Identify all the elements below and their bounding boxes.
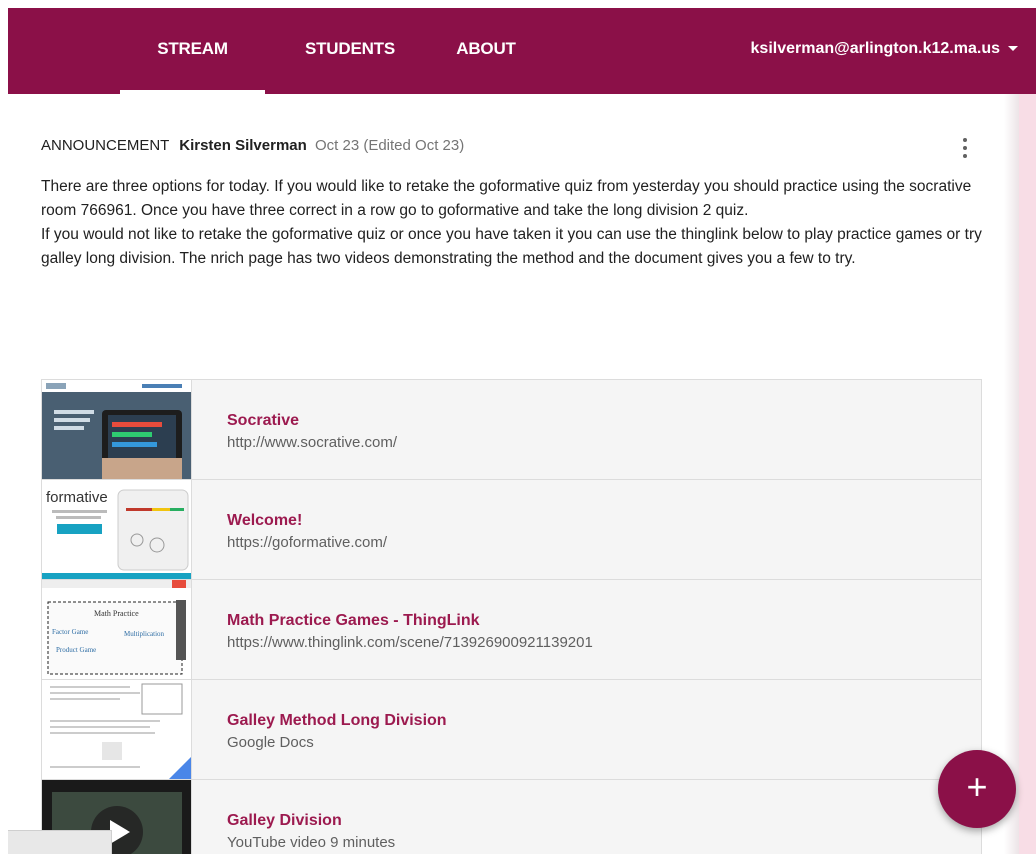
top-nav-bar: STREAM STUDENTS ABOUT ksilverman@arlingt…: [8, 8, 1036, 94]
post-paragraph: There are three options for today. If yo…: [41, 178, 972, 219]
attachment-url: https://goformative.com/: [227, 534, 388, 551]
attachment-title: Galley Method Long Division: [227, 712, 447, 729]
dot: [963, 138, 967, 142]
svg-text:Product Game: Product Game: [56, 646, 96, 654]
attachment-list: Socrative http://www.socrative.com/ form…: [41, 379, 982, 854]
caret-down-icon: [1008, 46, 1018, 52]
attachment-title: Galley Division: [227, 812, 342, 829]
attachment-item[interactable]: Socrative http://www.socrative.com/: [42, 380, 981, 480]
google-doc-thumbnail: [42, 680, 192, 779]
post-paragraph: If you would not like to retake the gofo…: [41, 226, 982, 267]
account-email: ksilverman@arlington.k12.ma.us: [750, 40, 1000, 57]
attachment-meta: YouTube video 9 minutes: [227, 834, 396, 851]
more-options-icon[interactable]: [956, 136, 974, 162]
svg-text:Math Practice: Math Practice: [94, 609, 139, 618]
dot: [963, 154, 967, 158]
dot: [963, 146, 967, 150]
attachment-title: Socrative: [227, 412, 300, 429]
attachment-item[interactable]: formative Welcome! https://goformative.c…: [42, 480, 981, 580]
tab-about[interactable]: ABOUT: [446, 8, 526, 94]
active-tab-indicator: [120, 90, 265, 94]
post-date: Oct 23 (Edited Oct 23): [314, 137, 465, 154]
attachment-source: Google Docs: [227, 734, 314, 751]
add-button[interactable]: +: [938, 750, 1016, 828]
post-author: Kirsten Silverman: [179, 137, 307, 154]
post-type: ANNOUNCEMENT: [41, 137, 170, 154]
attachment-item[interactable]: Galley Division YouTube video 9 minutes: [42, 780, 981, 854]
tab-stream[interactable]: STREAM: [120, 8, 265, 94]
tab-students[interactable]: STUDENTS: [290, 8, 410, 94]
attachment-item[interactable]: Galley Method Long Division Google Docs: [42, 680, 981, 780]
attachment-title: Math Practice Games - ThingLink: [227, 612, 480, 629]
thinglink-thumbnail: Math Practice Factor Game Multiplication…: [42, 580, 192, 679]
attachment-title: Welcome!: [227, 512, 303, 529]
svg-text:Multiplication: Multiplication: [124, 630, 165, 638]
card-edge-shadow: [1004, 94, 1019, 854]
account-menu[interactable]: ksilverman@arlington.k12.ma.us: [751, 8, 1018, 94]
attachment-url: https://www.thinglink.com/scene/71392690…: [227, 634, 593, 651]
post-body: There are three options for today. If yo…: [41, 175, 991, 271]
socrative-thumbnail: [42, 380, 192, 479]
post-header: ANNOUNCEMENT Kirsten Silverman Oct 23 (E…: [41, 137, 464, 154]
svg-text:Factor Game: Factor Game: [52, 628, 88, 636]
svg-text:formative: formative: [46, 489, 108, 506]
right-gutter: [1019, 94, 1036, 854]
formative-thumbnail: formative: [42, 480, 192, 579]
attachment-item[interactable]: Math Practice Factor Game Multiplication…: [42, 580, 981, 680]
bottom-panel-tab[interactable]: [8, 830, 112, 854]
attachment-url: http://www.socrative.com/: [227, 434, 398, 451]
